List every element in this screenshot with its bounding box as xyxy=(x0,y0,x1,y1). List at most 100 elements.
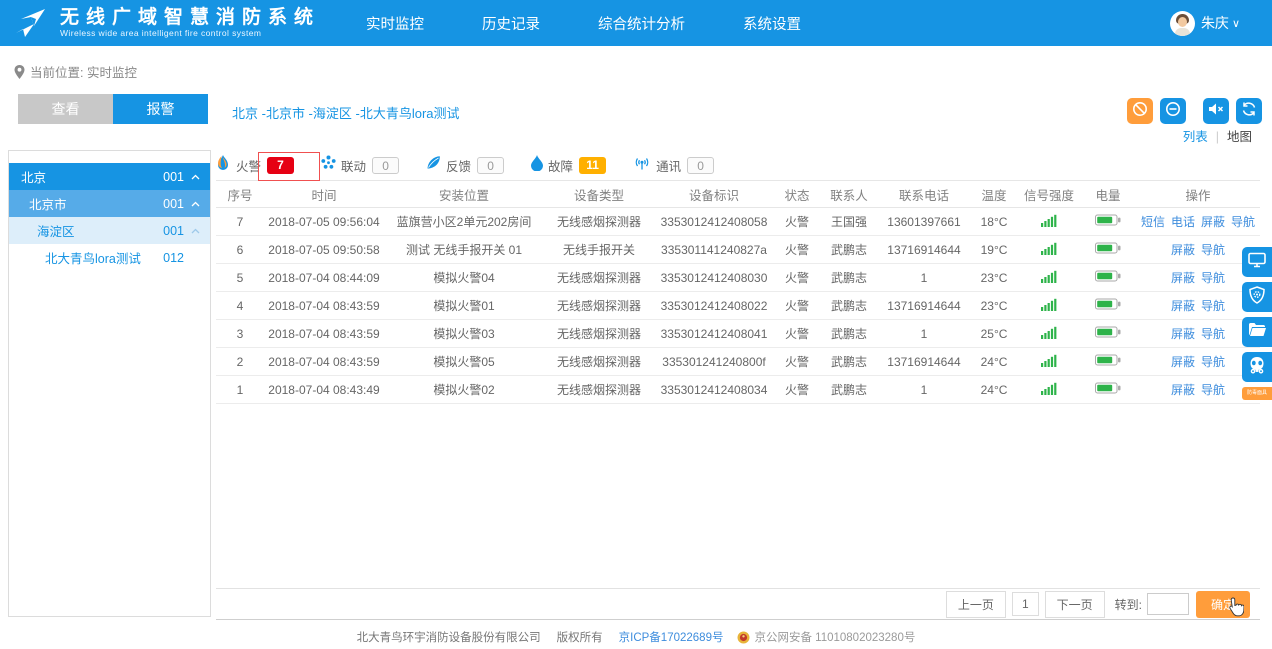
tree-item-count: 012 xyxy=(163,251,184,265)
confirm-button[interactable]: 确定 xyxy=(1196,591,1250,618)
column-header: 联系人 xyxy=(820,181,878,208)
side-tool-tag: 防毒面具 xyxy=(1242,387,1272,400)
cell-contact: 武鹏志 xyxy=(820,376,878,404)
op-link[interactable]: 导航 xyxy=(1201,271,1225,285)
avatar xyxy=(1170,11,1195,36)
prev-page-button[interactable]: 上一页 xyxy=(946,591,1006,618)
side-tool-protect[interactable] xyxy=(1242,282,1272,312)
cell-device-type: 无线手报开关 xyxy=(544,236,654,264)
breadcrumb-text: 当前位置: 实时监控 xyxy=(30,62,137,81)
cell-seq: 3 xyxy=(216,320,264,348)
op-link[interactable]: 导航 xyxy=(1201,299,1225,313)
op-link[interactable]: 电话 xyxy=(1171,215,1195,229)
leaf-icon xyxy=(426,155,441,175)
app-title: 无线广域智慧消防系统 xyxy=(60,8,320,28)
op-link[interactable]: 屏蔽 xyxy=(1171,299,1195,313)
folder-icon xyxy=(1248,322,1266,342)
quick-refresh-icon[interactable] xyxy=(1236,98,1262,124)
op-link[interactable]: 导航 xyxy=(1231,215,1255,229)
nav-item-statistics[interactable]: 综合统计分析 xyxy=(598,13,685,34)
cell-location: 模拟火警02 xyxy=(384,376,544,404)
cell-temperature: 23°C xyxy=(970,292,1018,320)
table-row: 1 2018-07-04 08:43:49 模拟火警02 无线感烟探测器 335… xyxy=(216,376,1260,404)
tab-alarm[interactable]: 报警 xyxy=(113,94,208,124)
filter-label: 反馈 xyxy=(446,156,471,175)
cell-location: 模拟火警01 xyxy=(384,292,544,320)
nav-item-settings[interactable]: 系统设置 xyxy=(743,13,801,34)
side-tool-screen[interactable] xyxy=(1242,247,1272,277)
nav-item-realtime[interactable]: 实时监控 xyxy=(366,13,424,34)
tree-item-lora-test[interactable]: 北大青鸟lora测试 012 xyxy=(9,244,210,271)
tree-item-haidian[interactable]: 海淀区 001 xyxy=(9,217,210,244)
filter-fault[interactable]: 故障 11 xyxy=(531,155,606,176)
alarm-filter-bar: 火警 7 联动 0 反馈 0 故障 11 通讯 0 列表|地图 xyxy=(216,150,1260,180)
cell-status: 火警 xyxy=(774,292,820,320)
cell-device-id: 3353012412408034 xyxy=(654,376,774,404)
cell-status: 火警 xyxy=(774,208,820,236)
cell-seq: 4 xyxy=(216,292,264,320)
cell-location: 模拟火警03 xyxy=(384,320,544,348)
view-map-link[interactable]: 地图 xyxy=(1227,130,1252,144)
tree-item-beijing-shi[interactable]: 北京市 001 xyxy=(9,190,210,217)
shield-gear-icon xyxy=(1249,286,1265,309)
filter-linkage[interactable]: 联动 0 xyxy=(321,155,399,175)
cell-phone: 13601397661 xyxy=(878,208,970,236)
column-header: 信号强度 xyxy=(1018,181,1080,208)
filter-comm[interactable]: 通讯 0 xyxy=(633,156,714,175)
op-link[interactable]: 导航 xyxy=(1201,355,1225,369)
police-emblem-icon xyxy=(737,631,750,644)
table-row: 3 2018-07-04 08:43:59 模拟火警03 无线感烟探测器 335… xyxy=(216,320,1260,348)
op-link[interactable]: 导航 xyxy=(1201,383,1225,397)
user-menu[interactable]: 朱庆 ∨ xyxy=(1170,0,1240,46)
op-link[interactable]: 屏蔽 xyxy=(1171,383,1195,397)
view-switch-divider: | xyxy=(1216,130,1219,144)
cell-time: 2018-07-04 08:43:49 xyxy=(264,376,384,404)
alarm-table-panel: 火警 7 联动 0 反馈 0 故障 11 通讯 0 列表|地图 序号时间安装位置… xyxy=(216,150,1260,620)
cell-status: 火警 xyxy=(774,348,820,376)
cell-time: 2018-07-05 09:50:58 xyxy=(264,236,384,264)
op-link[interactable]: 屏蔽 xyxy=(1201,215,1225,229)
ban-icon xyxy=(1132,101,1148,122)
side-tool-archive[interactable] xyxy=(1242,317,1272,347)
footer-police-number: 京公网安备 11010802023280号 xyxy=(754,629,915,645)
chevron-down-icon: ∨ xyxy=(1232,17,1240,30)
cell-device-type: 无线感烟探测器 xyxy=(544,348,654,376)
cell-temperature: 24°C xyxy=(970,376,1018,404)
tab-view[interactable]: 查看 xyxy=(18,94,113,124)
quick-ban-icon[interactable] xyxy=(1127,98,1153,124)
op-link[interactable]: 短信 xyxy=(1141,215,1165,229)
side-tool-gasmask[interactable] xyxy=(1242,352,1272,382)
filter-fire[interactable]: 火警 7 xyxy=(216,155,294,176)
cell-device-id: 3353012412408022 xyxy=(654,292,774,320)
op-link[interactable]: 屏蔽 xyxy=(1171,327,1195,341)
filter-count-badge: 0 xyxy=(477,157,504,174)
next-page-button[interactable]: 下一页 xyxy=(1045,591,1105,618)
filter-count-badge: 0 xyxy=(372,157,399,174)
tree-item-beijing[interactable]: 北京 001 xyxy=(9,163,210,190)
quick-circle-minus-icon[interactable] xyxy=(1160,98,1186,124)
op-link[interactable]: 导航 xyxy=(1201,327,1225,341)
footer-icp-link[interactable]: 京ICP备17022689号 xyxy=(619,629,724,645)
op-link[interactable]: 屏蔽 xyxy=(1171,271,1195,285)
cell-contact: 武鹏志 xyxy=(820,320,878,348)
column-header: 联系电话 xyxy=(878,181,970,208)
view-list-link[interactable]: 列表 xyxy=(1183,130,1208,144)
app-logo-icon xyxy=(12,5,52,41)
cell-time: 2018-07-04 08:44:09 xyxy=(264,264,384,292)
quick-speaker-mute-icon[interactable] xyxy=(1203,98,1229,124)
op-link[interactable]: 导航 xyxy=(1201,243,1225,257)
cell-phone: 13716914644 xyxy=(878,292,970,320)
cell-device-type: 无线感烟探测器 xyxy=(544,264,654,292)
cell-contact: 武鹏志 xyxy=(820,292,878,320)
op-link[interactable]: 屏蔽 xyxy=(1171,243,1195,257)
footer-company: 北大青鸟环宇消防设备股份有限公司 xyxy=(357,629,541,645)
filter-feedback[interactable]: 反馈 0 xyxy=(426,155,504,175)
signal-strength-icon xyxy=(1018,208,1080,236)
goto-page-input[interactable] xyxy=(1147,593,1189,615)
column-header: 安装位置 xyxy=(384,181,544,208)
cell-phone: 1 xyxy=(878,264,970,292)
page-number-button[interactable]: 1 xyxy=(1012,592,1039,616)
nav-item-history[interactable]: 历史记录 xyxy=(482,13,540,34)
op-link[interactable]: 屏蔽 xyxy=(1171,355,1195,369)
tree-item-label: 北京市 xyxy=(29,194,67,213)
